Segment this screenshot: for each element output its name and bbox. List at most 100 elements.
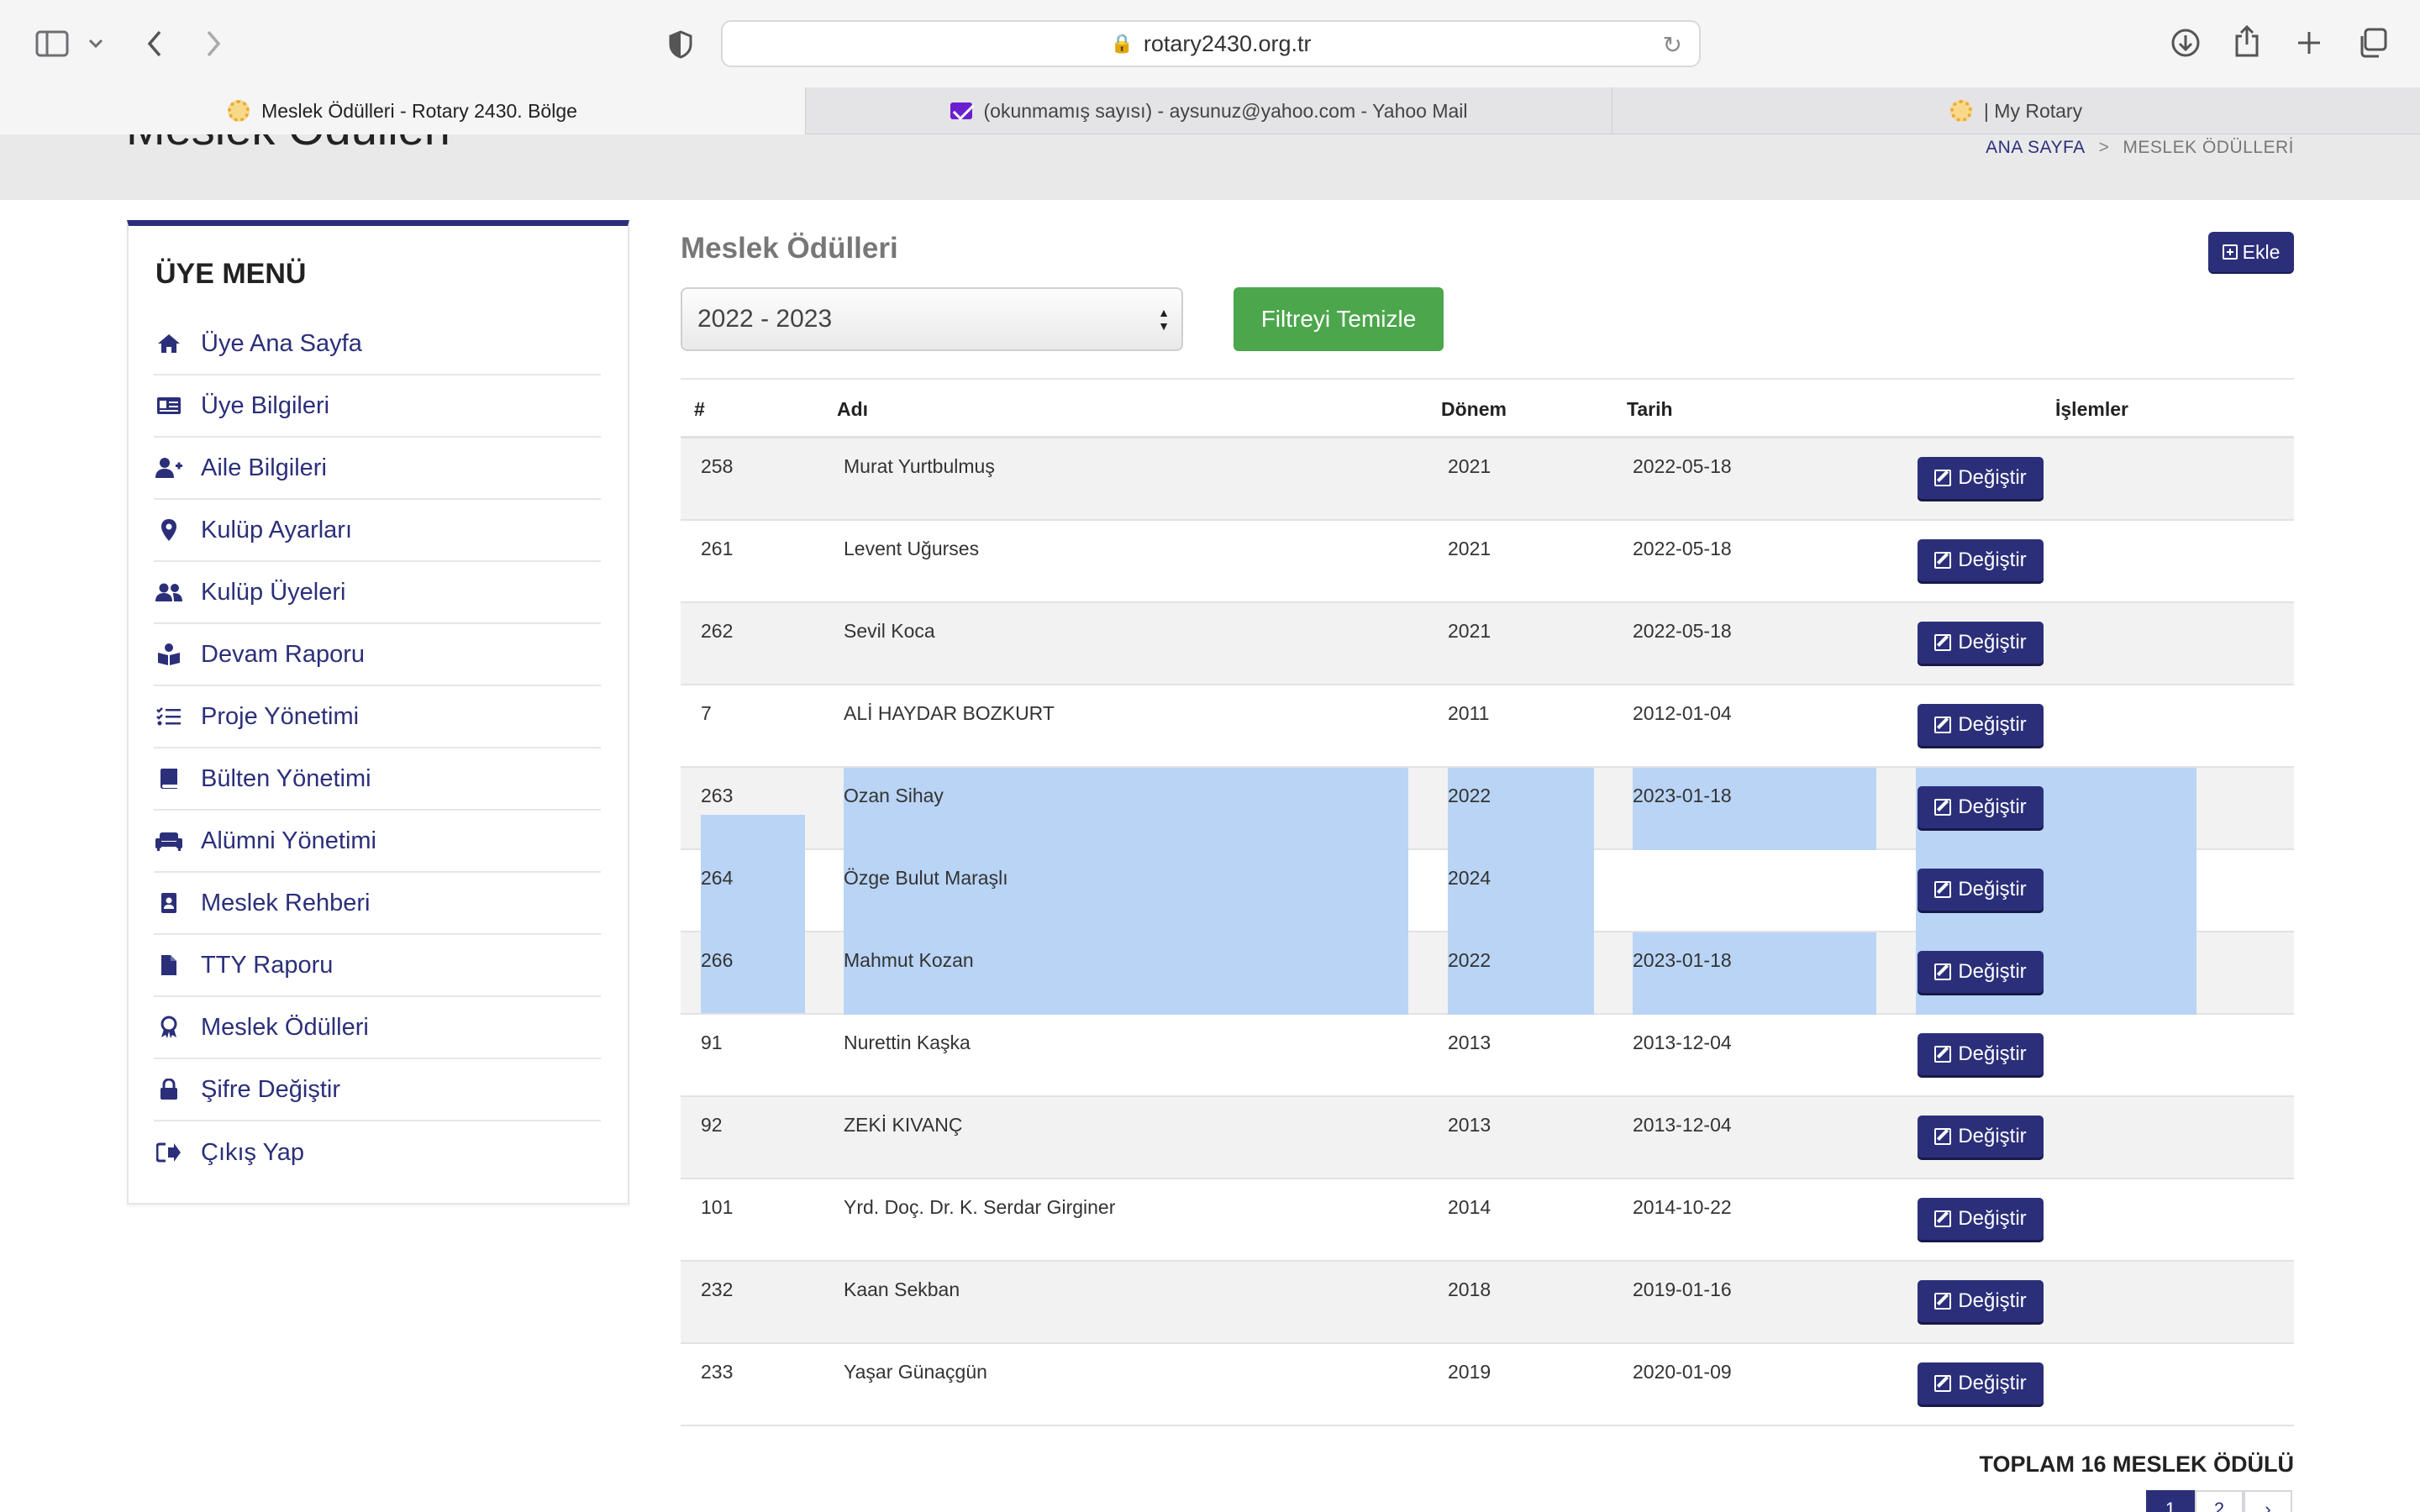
edit-button[interactable]: Değiştir: [1918, 786, 2044, 828]
sidebar-item-label: Çıkış Yap: [201, 1138, 305, 1166]
sidebar-item-devam-raporu[interactable]: Devam Raporu: [154, 624, 601, 686]
next-page-button[interactable]: ›: [2244, 1490, 2292, 1512]
forward-icon[interactable]: [198, 27, 229, 60]
cell-date: 2022-05-18: [1633, 538, 1732, 559]
edit-button[interactable]: Değiştir: [1918, 1362, 2044, 1404]
tab-yahoo-mail[interactable]: (okunmamış sayısı) - aysunuz@yahoo.com -…: [805, 87, 1612, 134]
tab-my-rotary[interactable]: | My Rotary: [1612, 87, 2420, 134]
privacy-shield-icon[interactable]: [664, 29, 697, 60]
sidebar-item-label: Üye Bilgileri: [201, 391, 330, 419]
edit-icon: [1934, 963, 1952, 980]
cell-id: 7: [701, 702, 712, 724]
selection-highlight: [701, 850, 805, 932]
edit-button[interactable]: Değiştir: [1918, 1116, 2044, 1158]
sidebar-item-proje-yonetimi[interactable]: Proje Yönetimi: [154, 686, 601, 748]
page-2-button[interactable]: 2: [2195, 1490, 2244, 1512]
page-header: Meslek Ödülleri ANA SAYFA > MESLEK ÖDÜLLER…: [0, 134, 2420, 200]
edit-button[interactable]: Değiştir: [1918, 869, 2044, 911]
sidebar-item-label: Alümni Yönetimi: [201, 827, 377, 854]
cell-name: Yaşar Günaçgün: [844, 1361, 987, 1383]
sidebar-item-label: Meslek Rehberi: [201, 889, 371, 916]
select-arrows-icon: ▲ ▼: [1158, 306, 1170, 333]
back-icon[interactable]: [139, 27, 170, 60]
cell-name: ZEKİ KIVANÇ: [844, 1114, 963, 1136]
selection-highlight: [1448, 850, 1594, 932]
period-filter-select[interactable]: 2022 - 2023 ▲ ▼: [681, 287, 1183, 351]
sidebar-item-sifre-degistir[interactable]: Şifre Değiştir: [154, 1059, 601, 1121]
cell-id: 262: [701, 620, 734, 642]
edit-button-label: Değiştir: [1958, 1125, 2027, 1147]
edit-icon: [1934, 552, 1952, 569]
edit-button[interactable]: Değiştir: [1918, 704, 2044, 746]
address-book-icon: [154, 890, 184, 916]
sidebar-toggle-icon[interactable]: [34, 29, 71, 59]
cell-name: Mahmut Kozan: [844, 949, 974, 971]
edit-button-label: Değiştir: [1958, 1289, 2027, 1312]
edit-icon: [1934, 634, 1952, 651]
map-marker-icon: [154, 517, 184, 543]
edit-button[interactable]: Değiştir: [1918, 457, 2044, 499]
cell-date: 2014-10-22: [1633, 1196, 1732, 1218]
table-row: 263 Ozan Sihay 2022 2023-01-18 Değiştir: [681, 768, 2294, 850]
col-actions: İşlemler: [2055, 398, 2128, 420]
download-icon[interactable]: [2168, 25, 2203, 60]
tab-overview-icon[interactable]: [2354, 25, 2390, 60]
table-row: 233 Yaşar Günaçgün 2019 2020-01-09 Değiştir: [681, 1344, 2294, 1426]
table-row: 258 Murat Yurtbulmuş 2021 2022-05-18 Değişti…: [681, 438, 2294, 521]
edit-button[interactable]: Değiştir: [1918, 539, 2044, 581]
col-id: #: [694, 398, 705, 420]
sidebar-item-uye-bilgileri[interactable]: Üye Bilgileri: [154, 375, 601, 438]
cell-term: 2013: [1448, 1032, 1491, 1053]
edit-button[interactable]: Değiştir: [1918, 1198, 2044, 1240]
edit-button-label: Değiştir: [1958, 549, 2027, 571]
cell-term: 2024: [1448, 867, 1491, 889]
edit-button-label: Değiştir: [1958, 878, 2027, 900]
sign-out-icon: [154, 1140, 184, 1165]
sidebar-item-aile-bilgileri[interactable]: Aile Bilgileri: [154, 438, 601, 500]
edit-button[interactable]: Değiştir: [1918, 951, 2044, 993]
breadcrumb-home-link[interactable]: ANA SAYFA: [1986, 138, 2086, 157]
edit-button[interactable]: Değiştir: [1918, 1280, 2044, 1322]
edit-button[interactable]: Değiştir: [1918, 622, 2044, 664]
cell-id: 258: [701, 455, 734, 477]
cell-date: 2023-01-18: [1633, 949, 1732, 971]
cell-name: Levent Uğurses: [844, 538, 980, 559]
table-row: 101 Yrd. Doç. Dr. K. Serdar Girginer 2014 2…: [681, 1179, 2294, 1262]
add-button[interactable]: Ekle: [2208, 232, 2294, 272]
period-filter-value: 2022 - 2023: [697, 305, 833, 333]
address-bar[interactable]: 🔒 rotary2430.org.tr ↻: [721, 20, 1701, 67]
cell-id: 91: [701, 1032, 723, 1053]
sidebar-item-tty-raporu[interactable]: TTY Raporu: [154, 935, 601, 997]
edit-icon: [1934, 717, 1952, 733]
sidebar-item-alumni-yonetimi[interactable]: Alümni Yönetimi: [154, 811, 601, 873]
sidebar-item-kulup-ayarlari[interactable]: Kulüp Ayarları: [154, 500, 601, 562]
clear-filter-button[interactable]: Filtreyi Temizle: [1234, 287, 1444, 351]
edit-button-label: Değiştir: [1958, 631, 2027, 654]
chevron-down-icon[interactable]: [86, 34, 106, 54]
tab-label: Meslek Ödülleri - Rotary 2430. Bölge: [261, 99, 577, 122]
cell-date: 2013-12-04: [1633, 1032, 1732, 1053]
sidebar-item-kulup-uyeleri[interactable]: Kulüp Üyeleri: [154, 562, 601, 624]
cell-id: 233: [701, 1361, 734, 1383]
sidebar-item-cikis-yap[interactable]: Çıkış Yap: [154, 1121, 601, 1184]
page-1-button[interactable]: 1: [2146, 1490, 2195, 1512]
sidebar-item-uye-ana-sayfa[interactable]: Üye Ana Sayfa: [154, 313, 601, 375]
sidebar-item-meslek-odulleri[interactable]: Meslek Ödülleri: [154, 997, 601, 1059]
breadcrumb-separator: >: [2098, 138, 2110, 157]
sidebar-menu: Üye Ana Sayfa Üye Bilgileri Aile Bilgile…: [154, 313, 601, 1184]
cell-term: 2013: [1448, 1114, 1491, 1136]
tasks-icon: [154, 704, 184, 729]
section-title: Meslek Ödülleri: [681, 232, 898, 265]
sidebar-item-meslek-rehberi[interactable]: Meslek Rehberi: [154, 873, 601, 935]
table-row: 232 Kaan Sekban 2018 2019-01-16 Değiştir: [681, 1262, 2294, 1344]
sidebar-item-bulten-yonetimi[interactable]: Bülten Yönetimi: [154, 748, 601, 811]
share-icon[interactable]: [2230, 22, 2264, 60]
selection-highlight: [844, 932, 1408, 1015]
user-plus-icon: [154, 455, 184, 480]
tab-meslek-odulleri[interactable]: Meslek Ödülleri - Rotary 2430. Bölge: [0, 87, 805, 134]
cell-id: 263: [701, 785, 734, 806]
edit-button[interactable]: Değiştir: [1918, 1033, 2044, 1075]
mail-favicon-icon: [950, 100, 972, 122]
reload-icon[interactable]: ↻: [1663, 31, 1682, 59]
new-tab-icon[interactable]: [2292, 25, 2326, 60]
